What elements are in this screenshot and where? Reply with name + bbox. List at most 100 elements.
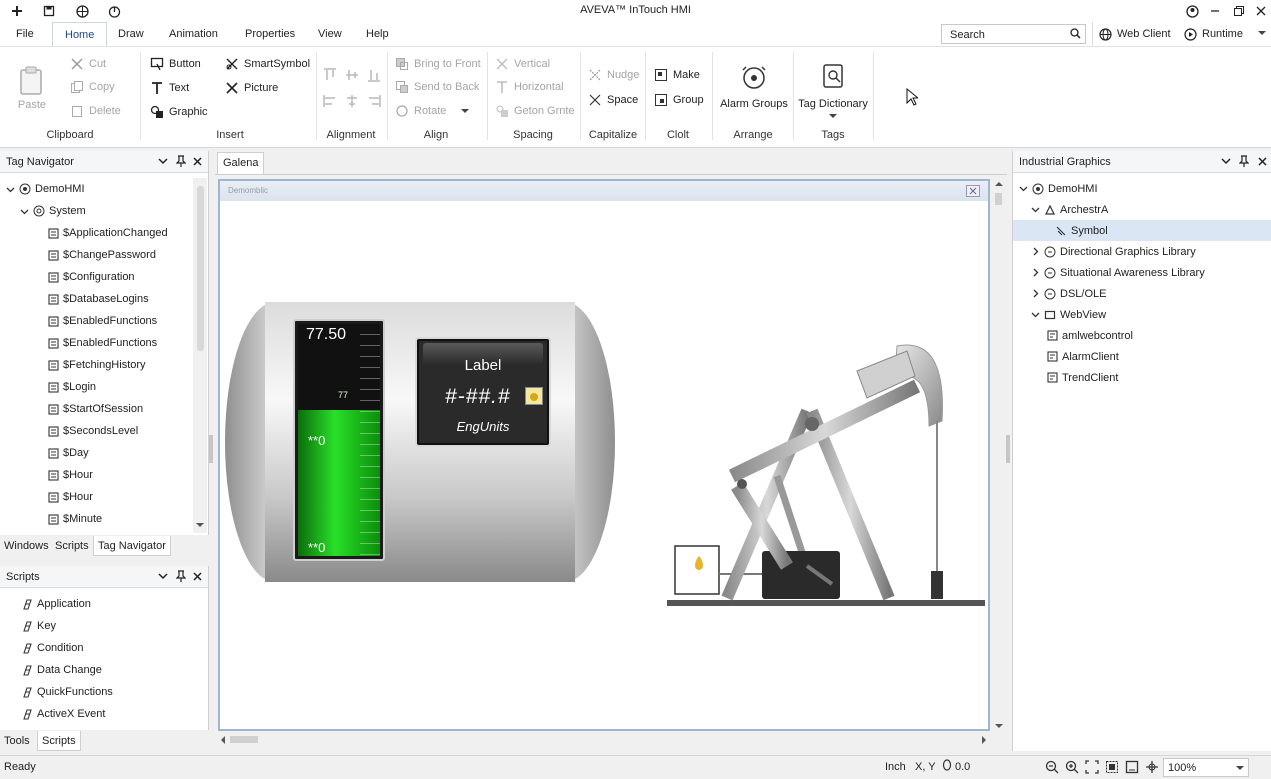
tree-node-root[interactable]: DemoHMI [1013,178,1271,199]
bring-to-front-button[interactable]: Bring to Front [395,55,481,73]
align-top-icon[interactable] [323,68,337,82]
minimize-icon[interactable] [1206,2,1224,20]
tree-node-system[interactable]: System [0,200,193,222]
runtime-button[interactable]: Runtime [1183,25,1243,43]
tree-node-library[interactable]: Situational Awareness Library [1013,262,1271,283]
horizontal-button[interactable]: Horizontal [495,78,564,96]
tag-item[interactable]: $Hour [0,486,193,508]
tree-node-archestra[interactable]: ArchestrA [1013,199,1271,220]
menu-home[interactable]: Home [52,22,108,46]
canvas-window[interactable]: Demomblic 77.50 77 **0 **0 Label #-##.# … [218,179,990,731]
pan-icon[interactable] [1145,760,1159,774]
copy-button[interactable]: Copy [70,78,115,96]
restore-icon[interactable] [1230,2,1248,20]
canvas-vscroll[interactable] [992,179,1005,731]
tab-tools[interactable]: Tools [0,731,34,751]
menu-file[interactable]: File [4,22,46,46]
canvas-hscroll[interactable] [218,733,990,746]
tag-item[interactable]: $Configuration [0,266,193,288]
script-item[interactable]: Data Change [0,659,113,681]
make-button[interactable]: Make [654,66,700,84]
tag-item[interactable]: $EnabledFunctions [0,332,193,354]
canvas-close-icon[interactable] [966,185,980,197]
tag-item[interactable]: $DatabaseLogins [0,288,193,310]
scrollbar-thumb[interactable] [230,736,258,743]
menu-draw[interactable]: Draw [106,22,156,46]
rotate-button[interactable]: Rotate [395,102,470,120]
chevron-down-icon[interactable] [196,522,204,528]
alarm-groups-button[interactable]: Alarm Groups [716,62,792,110]
scrollbar[interactable] [193,178,207,533]
zoom-in-icon[interactable] [1065,760,1079,774]
menu-view[interactable]: View [306,22,354,46]
insert-button-button[interactable]: Button [150,55,201,73]
tank-graphic[interactable]: 77.50 77 **0 **0 Label #-##.# EngUnits [225,301,615,583]
close-icon[interactable] [193,572,202,581]
tag-item[interactable]: $ChangePassword [0,244,193,266]
tab-scripts-bottom[interactable]: Scripts [37,731,81,751]
insert-picture-button[interactable]: Picture [225,79,278,97]
script-item[interactable]: Condition [0,637,113,659]
insert-graphic-button[interactable]: Graphic [150,103,208,121]
tree-node-webview-item[interactable]: TrendClient [1013,367,1271,388]
pin-icon[interactable] [1239,155,1249,167]
tree-node-webview[interactable]: WebView [1013,304,1271,325]
tab-galena[interactable]: Galena [217,152,264,174]
tab-scripts[interactable]: Scripts [51,536,93,556]
scrollbar-thumb[interactable] [995,193,1002,205]
tag-item[interactable]: $ApplicationChanged [0,222,193,244]
nudge-button[interactable]: Nudge [588,66,639,84]
chevron-left-icon[interactable] [220,736,226,744]
script-item[interactable]: Application [0,593,113,615]
tree-node-library[interactable]: Directional Graphics Library [1013,241,1271,262]
chevron-down-icon[interactable] [158,156,168,166]
zoom-select[interactable]: 100% [1163,758,1249,777]
web-client-button[interactable]: Web Client [1098,25,1171,43]
menu-animation[interactable]: Animation [157,22,230,46]
tag-item[interactable]: $Login [0,376,193,398]
search-icon[interactable] [1070,28,1081,39]
align-left-icon[interactable] [323,94,337,108]
close-icon[interactable] [1258,157,1267,166]
script-item[interactable]: QuickFunctions [0,681,113,703]
delete-button[interactable]: Delete [70,102,121,120]
geton-button[interactable]: Geton Grnte [495,102,575,120]
tag-item[interactable]: $Hour [0,464,193,486]
align-middle-icon[interactable] [345,68,359,82]
insert-smartsymbol-button[interactable]: SmartSymbol [225,55,310,73]
close-icon[interactable] [193,157,202,166]
chevron-down-icon[interactable] [995,723,1003,729]
splitter-handle[interactable] [1006,435,1010,463]
cut-button[interactable]: Cut [70,55,106,73]
tree-node-symbol[interactable]: Symbol [1013,220,1271,241]
tag-item[interactable]: $EnabledFunctions [0,310,193,332]
pin-icon[interactable] [176,570,186,582]
space-button[interactable]: Space [588,91,638,109]
page-icon[interactable] [1125,760,1139,774]
tree-node-webview-item[interactable]: AlarmClient [1013,346,1271,367]
group-button[interactable]: Group [654,91,704,109]
menu-properties[interactable]: Properties [233,22,307,46]
tag-item[interactable]: $StartOfSession [0,398,193,420]
script-item[interactable]: Key [0,615,113,637]
tree-node-root[interactable]: DemoHMI [0,178,193,200]
zoom-out-icon[interactable] [1045,760,1059,774]
account-icon[interactable] [1183,2,1201,20]
pin-icon[interactable] [176,155,186,167]
tab-tag-navigator[interactable]: Tag Navigator [93,536,171,556]
tab-windows[interactable]: Windows [0,536,53,556]
align-bottom-icon[interactable] [367,68,381,82]
chevron-up-icon[interactable] [995,181,1003,187]
fit-icon[interactable] [1085,760,1099,774]
menu-help[interactable]: Help [354,22,401,46]
tag-item[interactable]: $Day [0,442,193,464]
scrollbar-thumb[interactable] [197,186,204,351]
script-item[interactable]: ActiveX Event [0,703,113,725]
splitter-handle[interactable] [209,435,213,463]
vertical-button[interactable]: Vertical [495,55,550,73]
chevron-down-icon[interactable] [1221,156,1231,166]
send-to-back-button[interactable]: Send to Back [395,78,479,96]
tag-dictionary-button[interactable]: Tag Dictionary [795,62,871,119]
tag-item[interactable]: $SecondsLevel [0,420,193,442]
align-right-icon[interactable] [367,94,381,108]
